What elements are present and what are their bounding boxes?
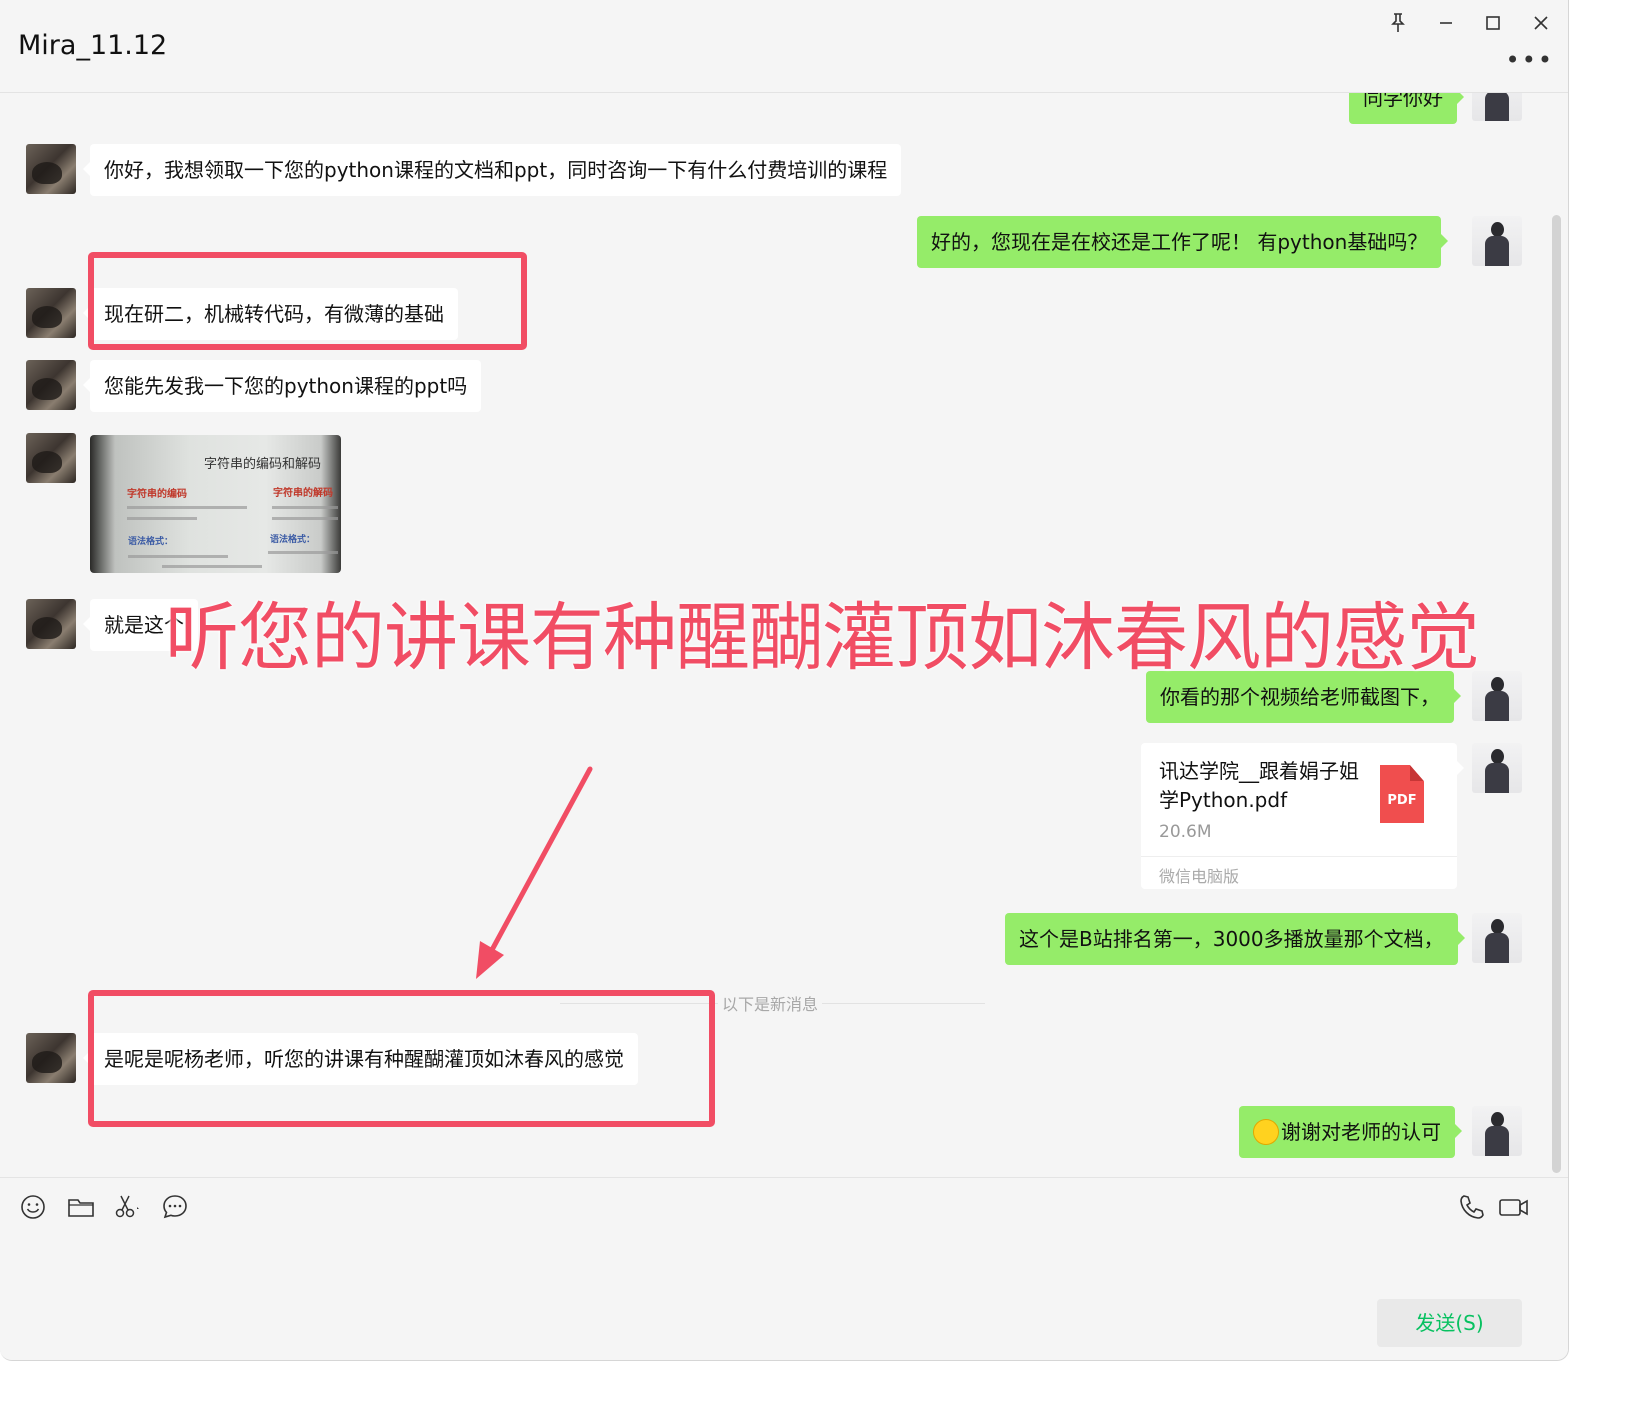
slide-right-heading: 字符串的解码 — [273, 488, 333, 499]
my-avatar[interactable] — [1472, 216, 1522, 266]
slide-left-heading: 字符串的编码 — [127, 489, 187, 500]
slide-text-line — [162, 565, 262, 568]
message-bubble-incoming[interactable]: 您能先发我一下您的python课程的ppt吗 — [82, 360, 482, 412]
send-button[interactable]: 发送(S) — [1377, 1299, 1522, 1347]
scissors-icon[interactable] — [112, 1192, 142, 1222]
pdf-label: PDF — [1387, 793, 1417, 808]
folder-icon[interactable] — [66, 1192, 96, 1222]
slide-text-line — [127, 506, 247, 509]
slide-text-line — [272, 506, 338, 509]
contact-avatar[interactable] — [26, 433, 76, 483]
slide-title: 字符串的编码和解码 — [204, 457, 322, 472]
scrollbar[interactable] — [1552, 215, 1561, 1173]
message-bubble-outgoing[interactable]: 好的，您现在是在校还是工作了呢！ 有python基础吗？ — [917, 216, 1449, 268]
input-toolbar: 发送(S) — [0, 1177, 1568, 1360]
more-icon[interactable]: ••• — [1506, 46, 1554, 74]
smile-emoji-icon — [1253, 1118, 1279, 1145]
new-messages-divider: 以下是新消息 — [718, 991, 823, 1015]
highlight-box — [88, 990, 715, 1127]
overlay-caption: 听您的讲课有种醒醐灌顶如沐春风的感觉 — [165, 595, 1480, 681]
my-avatar[interactable] — [1472, 671, 1522, 721]
slide-text-line — [128, 555, 228, 558]
image-message[interactable]: 字符串的编码和解码 字符串的编码 字符串的解码 语法格式： 语法格式： — [90, 435, 341, 573]
file-source: 微信电脑版 — [1141, 856, 1457, 887]
file-name: 讯达学院__跟着娟子姐学Python.pdf — [1159, 759, 1359, 812]
contact-avatar[interactable] — [26, 599, 76, 649]
chat-title: Mira_11.12 — [18, 30, 168, 61]
file-message[interactable]: 讯达学院__跟着娟子姐学Python.pdf 20.6M PDF 微信电脑版 — [1141, 743, 1464, 889]
my-avatar[interactable] — [1472, 743, 1522, 793]
contact-avatar[interactable] — [26, 144, 76, 194]
close-icon[interactable] — [1528, 10, 1554, 36]
my-avatar[interactable] — [1472, 1106, 1522, 1156]
phone-icon[interactable] — [1457, 1192, 1487, 1222]
my-avatar[interactable] — [1472, 93, 1522, 121]
message-text: 谢谢对老师的认可 — [1281, 1120, 1441, 1144]
slide-text-line — [127, 517, 197, 520]
message-bubble-outgoing[interactable]: 谢谢对老师的认可 — [1239, 1106, 1462, 1158]
highlight-box — [88, 252, 527, 350]
maximize-icon[interactable] — [1480, 10, 1506, 36]
contact-avatar[interactable] — [26, 360, 76, 410]
message-bubble-incoming[interactable]: 你好，我想领取一下您的python课程的文档和ppt，同时咨询一下有什么付费培训… — [82, 144, 902, 196]
message-bubble-outgoing[interactable]: 同学你好 — [1349, 93, 1464, 124]
minimize-icon[interactable] — [1433, 10, 1459, 36]
contact-avatar[interactable] — [26, 1033, 76, 1083]
slide-text-line — [268, 551, 338, 554]
chat-history-icon[interactable] — [160, 1192, 190, 1222]
emoji-icon[interactable] — [18, 1192, 48, 1222]
slide-syntax-left: 语法格式： — [128, 537, 174, 547]
title-bar: Mira_11.12 ••• — [0, 0, 1568, 93]
message-bubble-outgoing[interactable]: 这个是B站排名第一，3000多播放量那个文档， — [1005, 913, 1465, 965]
pdf-file-icon: PDF — [1380, 765, 1424, 823]
slide-syntax-right: 语法格式： — [270, 535, 316, 545]
slide-text-line — [272, 517, 338, 520]
annotation-arrow — [476, 766, 593, 979]
file-size: 20.6M — [1159, 822, 1212, 842]
my-avatar[interactable] — [1472, 913, 1522, 963]
video-icon[interactable] — [1497, 1192, 1531, 1222]
pin-icon[interactable] — [1385, 10, 1411, 36]
contact-avatar[interactable] — [26, 288, 76, 338]
